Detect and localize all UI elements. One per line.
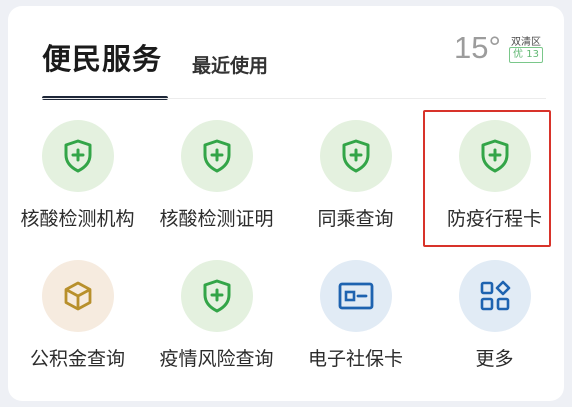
service-label: 同乘查询 xyxy=(317,208,394,230)
shield-plus-icon xyxy=(181,260,253,332)
header-divider xyxy=(42,98,546,99)
service-label: 电子社保卡 xyxy=(307,348,403,370)
shield-plus-icon xyxy=(181,120,253,192)
tab-recently-used[interactable]: 最近使用 xyxy=(192,51,268,78)
weather-temperature[interactable]: 15° xyxy=(454,30,501,66)
shield-plus-icon xyxy=(42,120,114,192)
service-more[interactable]: 更多 xyxy=(425,246,564,386)
id-card-icon xyxy=(320,260,392,332)
grid-more-icon xyxy=(459,260,531,332)
service-epidemic-risk-query[interactable]: 疫情风险查询 xyxy=(147,246,286,386)
convenience-services-card: 便民服务 最近使用 15° 双清区 优 13 核酸检测机构 核酸检测证明 同乘查… xyxy=(8,6,564,401)
service-label: 公积金查询 xyxy=(29,348,125,370)
service-label: 更多 xyxy=(475,348,514,370)
service-nucleic-test-certificate[interactable]: 核酸检测证明 xyxy=(147,106,286,246)
service-co-passenger-query[interactable]: 同乘查询 xyxy=(286,106,425,246)
air-quality-badge: 优 13 xyxy=(509,47,543,63)
box-icon xyxy=(42,260,114,332)
service-label: 核酸检测证明 xyxy=(159,208,274,230)
service-social-security-card[interactable]: 电子社保卡 xyxy=(286,246,425,386)
shield-plus-icon xyxy=(320,120,392,192)
service-label: 疫情风险查询 xyxy=(159,348,274,370)
service-housing-fund-query[interactable]: 公积金查询 xyxy=(8,246,147,386)
weather-district: 双清区 xyxy=(511,37,541,48)
tab-convenience-services[interactable]: 便民服务 xyxy=(42,36,162,78)
highlight-box xyxy=(423,110,551,247)
service-nucleic-test-agency[interactable]: 核酸检测机构 xyxy=(8,106,147,246)
service-label: 核酸检测机构 xyxy=(20,208,135,230)
